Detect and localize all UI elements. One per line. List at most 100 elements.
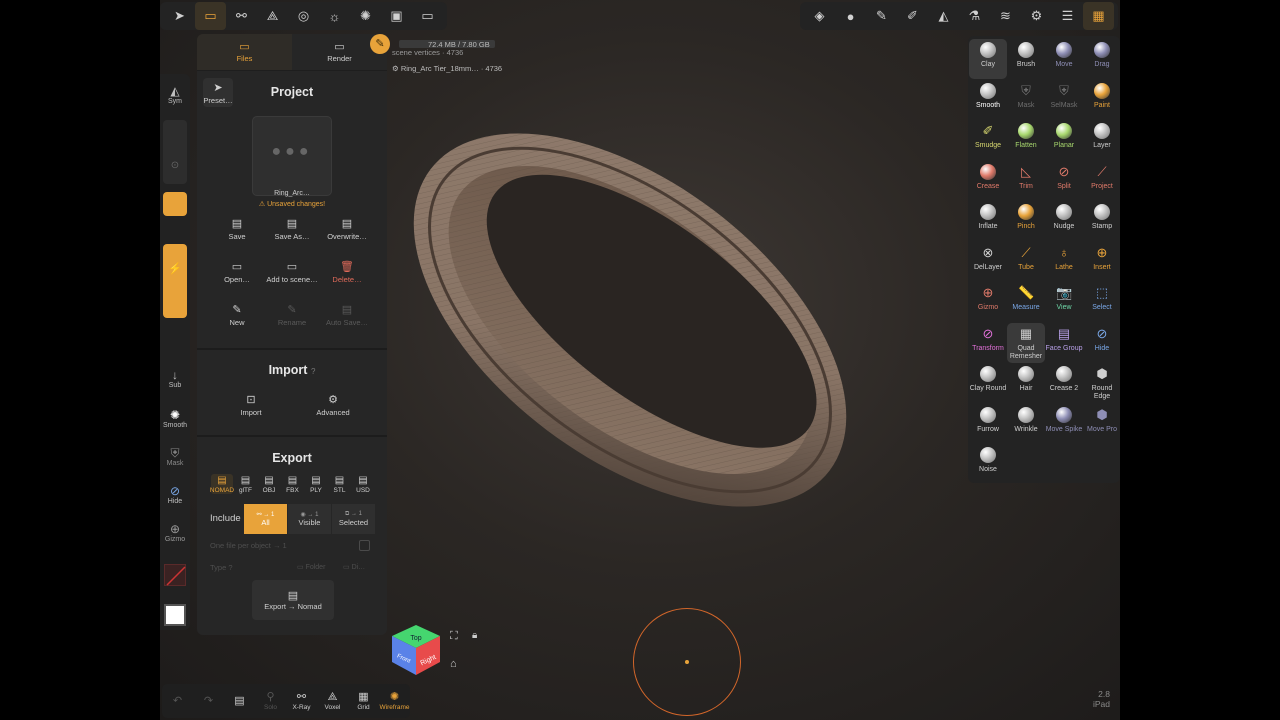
color-swatch[interactable] — [164, 604, 186, 626]
tool-brush[interactable]: Brush — [1007, 39, 1045, 79]
tool-insert[interactable]: ⊕ Insert — [1083, 242, 1120, 282]
help-icon[interactable]: ? — [311, 367, 315, 376]
save-as-button[interactable]: ▤ Save As… — [262, 216, 322, 241]
pin-button[interactable]: ✎ — [370, 34, 390, 54]
tool-crease-2[interactable]: Crease 2 — [1045, 363, 1083, 403]
solo-button[interactable]: ⚲ Solo — [255, 684, 286, 718]
tool-face-group[interactable]: ▤ Face Group — [1045, 323, 1083, 363]
tool-planar[interactable]: Planar — [1045, 120, 1083, 160]
wireframe-button[interactable]: ✺ Wireframe — [379, 684, 410, 718]
overwrite-button[interactable]: ▤ Overwrite… — [317, 216, 377, 241]
tool-trim[interactable]: ◺ Trim — [1007, 161, 1045, 201]
tool-tube[interactable]: ⟋ Tube — [1007, 242, 1045, 282]
tool-smooth[interactable]: Smooth — [969, 80, 1007, 120]
postprocess-button[interactable]: ✺ — [350, 2, 381, 30]
tab-files[interactable]: ▭ Files — [197, 34, 292, 70]
tool-move-pro[interactable]: ⬢ Move Pro — [1083, 404, 1120, 444]
folder-option[interactable]: ▭ Folder — [297, 563, 325, 571]
matcap-button[interactable]: ● — [835, 2, 866, 30]
lock-icon[interactable]: 🔒︎ — [472, 630, 477, 641]
one-file-checkbox[interactable] — [359, 540, 370, 551]
radius-slider[interactable]: ⊙ — [163, 120, 187, 184]
format-ply[interactable]: ▤ PLY — [305, 474, 327, 494]
smooth-button[interactable]: ✺ Smooth — [160, 408, 190, 429]
tool-select[interactable]: ⬚ Select — [1083, 282, 1120, 322]
tool-drag[interactable]: Drag — [1083, 39, 1120, 79]
tool-lathe[interactable]: ♁ Lathe — [1045, 242, 1083, 282]
dir-option[interactable]: ▭ Di… — [343, 563, 365, 571]
redo-button[interactable]: ↷ — [193, 684, 224, 718]
topology-button[interactable]: ⟁ — [257, 2, 288, 30]
delete-button[interactable]: 🗑 Delete… — [317, 259, 377, 284]
open-button[interactable]: ▭ Open… — [207, 259, 267, 284]
include-all[interactable]: ⚯ → 1 All — [244, 504, 287, 534]
intensity-slider[interactable]: ⚡ — [163, 244, 187, 318]
format-usd[interactable]: ▤ USD — [352, 474, 374, 494]
tool-furrow[interactable]: Furrow — [969, 404, 1007, 444]
grid-button[interactable]: ▦ Grid — [348, 684, 379, 718]
format-fbx[interactable]: ▤ FBX — [282, 474, 304, 494]
new-button[interactable]: ✎ New — [207, 302, 267, 327]
project-thumbnail[interactable]: ●●● Ring_Arc… — [252, 116, 332, 197]
symmetry-button[interactable]: ◭ — [928, 2, 959, 30]
tool-gizmo[interactable]: ⊕ Gizmo — [969, 282, 1007, 322]
radius-value[interactable] — [163, 192, 187, 216]
tool-move-spike[interactable]: Move Spike — [1045, 404, 1083, 444]
stroke-button[interactable]: ✎ — [866, 2, 897, 30]
tool-move[interactable]: Move — [1045, 39, 1083, 79]
tool-crease[interactable]: Crease — [969, 161, 1007, 201]
tool-hair[interactable]: Hair — [1007, 363, 1045, 403]
tool-smudge[interactable]: ✐ Smudge — [969, 120, 1007, 160]
type-help-icon[interactable]: ? — [228, 563, 232, 572]
material-button[interactable]: ◎ — [288, 2, 319, 30]
include-visible[interactable]: ◉ → 1 Visible — [288, 504, 331, 534]
frame-icon[interactable]: ⛶ — [450, 630, 458, 643]
background-button[interactable]: ▣ — [381, 2, 412, 30]
include-selected[interactable]: ⧉ → 1 Selected — [332, 504, 375, 534]
layers-stack-button[interactable]: ◈ — [804, 2, 835, 30]
tool-flatten[interactable]: Flatten — [1007, 120, 1045, 160]
tool-transform[interactable]: ⊘ Transform — [969, 323, 1007, 363]
settings-button[interactable]: ⚙ — [1021, 2, 1052, 30]
layers-button[interactable]: ≋ — [990, 2, 1021, 30]
scene-button[interactable]: ⚯ — [226, 2, 257, 30]
tool-pinch[interactable]: Pinch — [1007, 201, 1045, 241]
camera-button[interactable]: ▭ — [412, 2, 443, 30]
tool-project[interactable]: ⟋ Project — [1083, 161, 1120, 201]
format-obj[interactable]: ▤ OBJ — [258, 474, 280, 494]
tool-view[interactable]: 📷 View — [1045, 282, 1083, 322]
tool-clay[interactable]: Clay — [969, 39, 1007, 79]
clipboard-button[interactable]: ▤ — [224, 684, 255, 718]
nomad-menu-button[interactable]: ➤ — [164, 2, 195, 30]
tool-noise[interactable]: Noise — [969, 444, 1007, 484]
advanced-button[interactable]: ⚙ Advanced — [303, 392, 363, 417]
tool-stamp[interactable]: Stamp — [1083, 201, 1120, 241]
tool-selmask[interactable]: ⛨ SelMask — [1045, 80, 1083, 120]
no-color-swatch[interactable] — [164, 564, 186, 586]
tool-inflate[interactable]: Inflate — [969, 201, 1007, 241]
voxel-button[interactable]: ⟁ Voxel — [317, 684, 348, 718]
tool-hide[interactable]: ⊘ Hide — [1083, 323, 1120, 363]
tool-nudge[interactable]: Nudge — [1045, 201, 1083, 241]
painting-button[interactable]: ✐ — [897, 2, 928, 30]
format-stl[interactable]: ▤ STL — [329, 474, 351, 494]
format-nomad[interactable]: ▤ NOMAD — [210, 474, 234, 494]
sliders-button[interactable]: ☰ — [1052, 2, 1083, 30]
tool-paint[interactable]: Paint — [1083, 80, 1120, 120]
add-to-scene-button[interactable]: ▭ Add to scene… — [262, 259, 322, 284]
gizmo-button[interactable]: ⊕ Gizmo — [160, 522, 190, 543]
tool-split[interactable]: ⊘ Split — [1045, 161, 1083, 201]
tool-wrinkle[interactable]: Wrinkle — [1007, 404, 1045, 444]
import-button[interactable]: ⊡ Import — [221, 392, 281, 417]
tools-button[interactable]: ▦ — [1083, 2, 1114, 30]
export-button[interactable]: ▤ Export → Nomad — [252, 580, 334, 620]
save-button[interactable]: ▤ Save — [207, 216, 267, 241]
tool-measure[interactable]: 📏 Measure — [1007, 282, 1045, 322]
format-gltf[interactable]: ▤ glTF — [235, 474, 257, 494]
object-info[interactable]: ⚙ Ring_Arc Tier_18mm… · 4736 — [392, 64, 502, 73]
tool-layer[interactable]: Layer — [1083, 120, 1120, 160]
subdivide-button[interactable]: ↓ Sub — [160, 368, 190, 389]
tool-quad-remesher[interactable]: ▦ Quad Remesher — [1007, 322, 1045, 363]
view-cube[interactable]: Top Right Front — [388, 622, 444, 678]
home-icon[interactable]: ⌂ — [450, 658, 457, 670]
